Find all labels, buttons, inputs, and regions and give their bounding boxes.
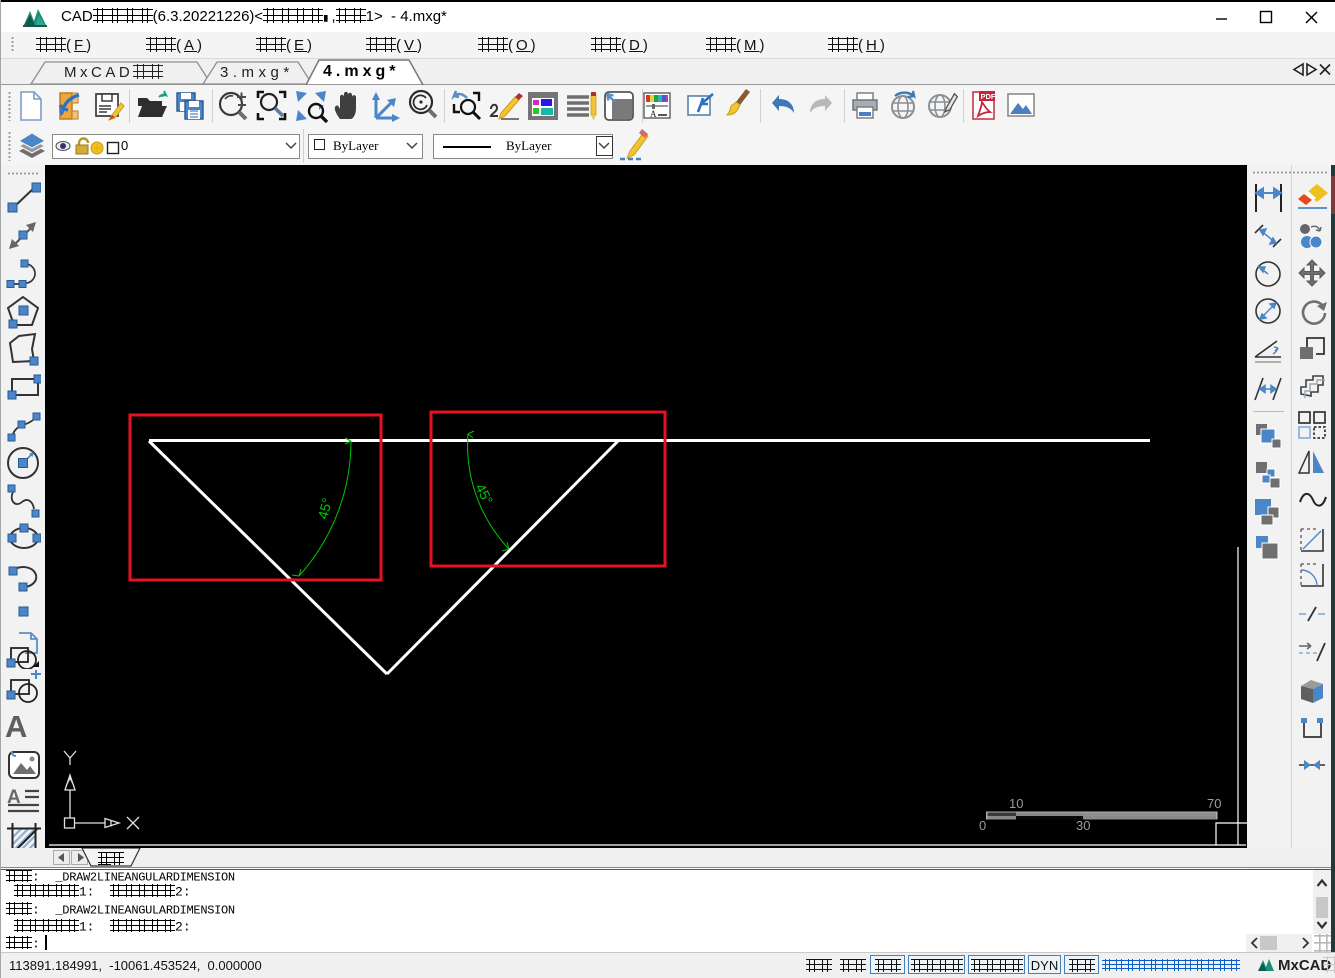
svg-text:10: 10 [1009, 796, 1023, 811]
svg-text:0: 0 [979, 818, 986, 833]
svg-text:A: A [650, 109, 657, 119]
svg-text:PDF: PDF [981, 92, 996, 101]
svg-text:70: 70 [1207, 796, 1221, 811]
svg-text:45°: 45° [314, 496, 335, 521]
svg-text:30: 30 [1076, 818, 1090, 833]
svg-text:45°: 45° [472, 481, 496, 507]
